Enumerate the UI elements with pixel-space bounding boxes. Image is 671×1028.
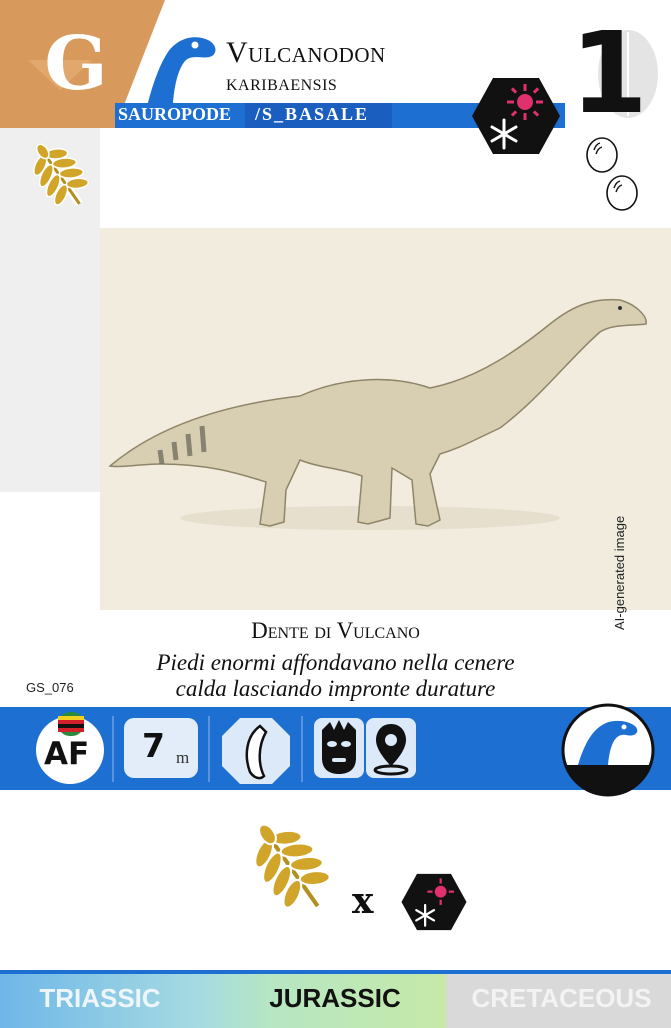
map-pin-icon (373, 724, 409, 776)
sun-snowflake-hexagon-icon (472, 78, 560, 154)
herbivore-leaf-icon (254, 823, 331, 910)
clade-label: SAUROPODE (118, 104, 232, 124)
herbivore-leaf-icon (33, 143, 90, 207)
zimbabwe-flag-icon (58, 712, 84, 736)
sauropod-drawing (108, 298, 647, 530)
claw-icon (222, 718, 290, 784)
species-epithet: karibaensis (226, 70, 338, 95)
period-triassic: TRIASSIC (39, 983, 161, 1013)
description-line-1: Piedi enormi affondavano nella cenere (156, 650, 515, 675)
ai-generated-note: AI-generated image (612, 515, 627, 630)
card-number: 1 (570, 9, 648, 139)
species-genus: Vulcanodon (226, 36, 386, 69)
length-unit: m (176, 748, 190, 767)
divider (301, 716, 303, 782)
divider (208, 716, 210, 782)
egg-icon (586, 137, 618, 173)
sun-snowflake-hexagon-icon (401, 873, 467, 931)
sauropod-illustration (100, 228, 671, 610)
common-name: Dente di Vulcano (251, 618, 420, 643)
multiplier-sign: x (352, 880, 374, 922)
tribal-mask-icon (322, 720, 356, 774)
region-label: AF (44, 736, 90, 772)
card-id: GS_076 (26, 680, 74, 695)
length-value: 7 (142, 726, 165, 765)
divider (112, 716, 114, 782)
period-cretaceous: CRETACEOUS (471, 983, 652, 1013)
subclade-label: /S_BASALE (255, 104, 370, 124)
egg-icon (606, 175, 638, 211)
description-line-2: calda lasciando impronte durature (175, 676, 496, 701)
period-jurassic: JURASSIC (269, 983, 401, 1013)
sauropod-head-icon (561, 703, 655, 797)
group-letter: G (44, 21, 108, 107)
